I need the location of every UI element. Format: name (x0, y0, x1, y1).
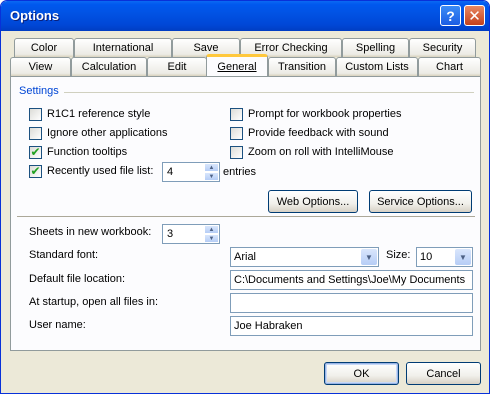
default-location-field[interactable]: C:\Documents and Settings\Joe\My Documen… (230, 270, 473, 290)
r1c1-checkbox-box[interactable] (29, 107, 42, 121)
cancel-button[interactable]: Cancel (406, 362, 481, 385)
startup-label: At startup, open all files in: (29, 296, 159, 308)
sheets-label: Sheets in new workbook: (29, 226, 152, 238)
r1c1-checkbox[interactable]: R1C1 reference style (29, 106, 150, 122)
startup-folder-field[interactable] (230, 293, 473, 313)
tab-calculation[interactable]: Calculation (71, 57, 147, 76)
tab-transition[interactable]: Transition (268, 57, 336, 76)
tab-chart[interactable]: Chart (418, 57, 481, 76)
ignore-apps-label: Ignore other applications (47, 127, 168, 139)
spin-down-icon[interactable]: ▼ (204, 234, 219, 243)
standard-font-label: Standard font: (29, 249, 99, 261)
ignore-apps-checkbox[interactable]: Ignore other applications (29, 125, 167, 141)
font-size-value: 10 (420, 251, 433, 263)
options-dialog: Options ? ✕ Color International Save Err… (0, 0, 490, 394)
section-divider (17, 216, 475, 217)
default-location-label: Default file location: (29, 273, 125, 285)
username-field[interactable]: Joe Habraken (230, 316, 473, 336)
web-options-button[interactable]: Web Options... (268, 190, 358, 213)
tab-custom-lists[interactable]: Custom Lists (336, 57, 418, 76)
service-options-button[interactable]: Service Options... (369, 190, 472, 213)
tab-security[interactable]: Security (409, 38, 476, 57)
r1c1-label: R1C1 reference style (47, 108, 151, 120)
spin-up-icon[interactable]: ▲ (204, 225, 219, 234)
spin-down-icon[interactable]: ▼ (204, 172, 219, 181)
tab-spelling[interactable]: Spelling (342, 38, 409, 57)
sheets-spinner[interactable]: 3 ▲ ▼ (162, 224, 220, 244)
standard-font-value: Arial (234, 251, 257, 263)
function-tooltips-checkbox[interactable]: ✔ Function tooltips (29, 144, 127, 160)
function-tooltips-label: Function tooltips (47, 146, 128, 158)
size-label: Size: (386, 249, 411, 261)
settings-separator (64, 92, 474, 93)
window-title: Options (10, 8, 60, 23)
username-label: User name: (29, 319, 86, 331)
feedback-sound-label: Provide feedback with sound (248, 127, 389, 139)
recent-files-checkbox-box[interactable]: ✔ (29, 164, 42, 178)
feedback-sound-checkbox[interactable]: Provide feedback with sound (230, 125, 389, 141)
tab-color[interactable]: Color (14, 38, 74, 57)
title-bar[interactable]: Options ? ✕ (1, 1, 489, 31)
standard-font-select[interactable]: Arial ▼ (230, 247, 379, 267)
zoom-roll-checkbox-box[interactable] (230, 145, 243, 159)
function-tooltips-checkbox-box[interactable]: ✔ (29, 145, 42, 159)
ok-button[interactable]: OK (324, 362, 399, 385)
chevron-down-icon[interactable]: ▼ (361, 249, 377, 265)
zoom-roll-label: Zoom on roll with IntelliMouse (248, 146, 394, 158)
tab-edit[interactable]: Edit (147, 57, 207, 76)
feedback-sound-checkbox-box[interactable] (230, 126, 243, 140)
general-tab-panel: Settings R1C1 reference style Ignore oth… (10, 76, 481, 351)
tab-view[interactable]: View (10, 57, 71, 76)
tab-international[interactable]: International (74, 38, 172, 57)
prompt-properties-checkbox-box[interactable] (230, 107, 243, 121)
spin-up-icon[interactable]: ▲ (204, 163, 219, 172)
close-button[interactable]: ✕ (464, 5, 485, 26)
recent-files-label: Recently used file list: (47, 165, 154, 177)
ignore-apps-checkbox-box[interactable] (29, 126, 42, 140)
sheets-value[interactable]: 3 (167, 228, 173, 240)
prompt-properties-label: Prompt for workbook properties (248, 108, 402, 120)
settings-group-title: Settings (19, 85, 59, 97)
recent-files-value[interactable]: 4 (167, 166, 173, 178)
zoom-roll-checkbox[interactable]: Zoom on roll with IntelliMouse (230, 144, 394, 160)
help-button[interactable]: ? (440, 5, 461, 26)
entries-label: entries (223, 166, 257, 178)
recent-files-checkbox[interactable]: ✔ Recently used file list: (29, 163, 153, 179)
recent-files-spinner[interactable]: 4 ▲ ▼ (162, 162, 220, 182)
prompt-properties-checkbox[interactable]: Prompt for workbook properties (230, 106, 401, 122)
tab-general[interactable]: General (206, 54, 268, 76)
font-size-select[interactable]: 10 ▼ (416, 247, 473, 267)
chevron-down-icon[interactable]: ▼ (455, 249, 471, 265)
